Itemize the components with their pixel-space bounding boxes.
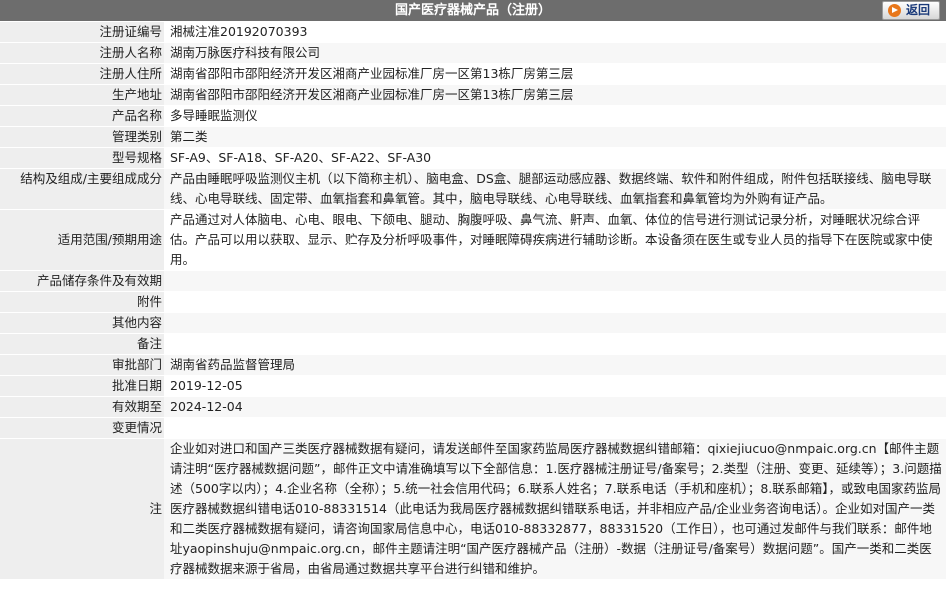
row-value: 湖南省药品监督管理局 bbox=[164, 354, 946, 376]
table-row: 注册证编号 湘械注准20192070393 bbox=[0, 22, 946, 43]
table-row: 注册人名称 湖南万脉医疗科技有限公司 bbox=[0, 42, 946, 64]
table-row: 型号规格 SF-A9、SF-A18、SF-A20、SF-A22、SF-A30 bbox=[0, 147, 946, 169]
table-row: 审批部门 湖南省药品监督管理局 bbox=[0, 354, 946, 376]
row-value: 湖南万脉医疗科技有限公司 bbox=[164, 42, 946, 64]
row-label: 型号规格 bbox=[0, 147, 164, 169]
table-row: 注册人住所 湖南省邵阳市邵阳经济开发区湘商产业园标准厂房一区第13栋厂房第三层 bbox=[0, 63, 946, 85]
back-button[interactable]: 返回 bbox=[882, 1, 940, 20]
page-title: 国产医疗器械产品（注册） bbox=[394, 3, 551, 18]
row-label: 附件 bbox=[0, 291, 164, 313]
row-value: 产品通过对人体脑电、心电、眼电、下颌电、腿动、胸腹呼吸、鼻气流、鼾声、血氧、体位… bbox=[164, 209, 946, 271]
row-value: 多导睡眠监测仪 bbox=[164, 105, 946, 127]
table-row: 备注 bbox=[0, 333, 946, 355]
table-row: 其他内容 bbox=[0, 312, 946, 334]
row-value: 2019-12-05 bbox=[164, 375, 946, 397]
back-button-label: 返回 bbox=[906, 3, 931, 17]
row-value: 湘械注准20192070393 bbox=[164, 22, 946, 43]
row-label: 产品储存条件及有效期 bbox=[0, 270, 164, 292]
row-label: 结构及组成/主要组成成分 bbox=[0, 168, 164, 210]
row-value: 湖南省邵阳市邵阳经济开发区湘商产业园标准厂房一区第13栋厂房第三层 bbox=[164, 84, 946, 106]
row-label: 审批部门 bbox=[0, 354, 164, 376]
row-value bbox=[164, 333, 946, 355]
row-value: 湖南省邵阳市邵阳经济开发区湘商产业园标准厂房一区第13栋厂房第三层 bbox=[164, 63, 946, 85]
table-row: 变更情况 bbox=[0, 417, 946, 439]
row-label: 管理类别 bbox=[0, 126, 164, 148]
table-row: 有效期至 2024-12-04 bbox=[0, 396, 946, 418]
table-row: 附件 bbox=[0, 291, 946, 313]
table-row: 适用范围/预期用途 产品通过对人体脑电、心电、眼电、下颌电、腿动、胸腹呼吸、鼻气… bbox=[0, 209, 946, 271]
row-value: 企业如对进口和国产三类医疗器械数据有疑问，请发送邮件至国家药监局医疗器械数据纠错… bbox=[164, 438, 946, 580]
row-value bbox=[164, 270, 946, 292]
row-label: 批准日期 bbox=[0, 375, 164, 397]
row-label: 变更情况 bbox=[0, 417, 164, 439]
table-row: 生产地址 湖南省邵阳市邵阳经济开发区湘商产业园标准厂房一区第13栋厂房第三层 bbox=[0, 84, 946, 106]
page-header: 国产医疗器械产品（注册） 返回 bbox=[0, 0, 946, 22]
row-label: 注册人名称 bbox=[0, 42, 164, 64]
row-value: 2024-12-04 bbox=[164, 396, 946, 418]
row-label: 产品名称 bbox=[0, 105, 164, 127]
row-label: 备注 bbox=[0, 333, 164, 355]
table-row: 注 企业如对进口和国产三类医疗器械数据有疑问，请发送邮件至国家药监局医疗器械数据… bbox=[0, 438, 946, 580]
row-label: 注册人住所 bbox=[0, 63, 164, 85]
row-value bbox=[164, 312, 946, 334]
registration-detail-table: 注册证编号 湘械注准20192070393 注册人名称 湖南万脉医疗科技有限公司… bbox=[0, 22, 946, 580]
row-label: 生产地址 bbox=[0, 84, 164, 106]
table-row: 结构及组成/主要组成成分 产品由睡眠呼吸监测仪主机（以下简称主机）、脑电盒、DS… bbox=[0, 168, 946, 210]
row-value bbox=[164, 291, 946, 313]
row-label: 适用范围/预期用途 bbox=[0, 209, 164, 271]
table-row: 管理类别 第二类 bbox=[0, 126, 946, 148]
row-label: 其他内容 bbox=[0, 312, 164, 334]
row-label: 注册证编号 bbox=[0, 22, 164, 43]
row-value: SF-A9、SF-A18、SF-A20、SF-A22、SF-A30 bbox=[164, 147, 946, 169]
table-row: 产品名称 多导睡眠监测仪 bbox=[0, 105, 946, 127]
row-value bbox=[164, 417, 946, 439]
table-row: 批准日期 2019-12-05 bbox=[0, 375, 946, 397]
table-row: 产品储存条件及有效期 bbox=[0, 270, 946, 292]
row-label: 注 bbox=[0, 438, 164, 580]
back-arrow-icon bbox=[888, 4, 901, 17]
row-value: 第二类 bbox=[164, 126, 946, 148]
row-label: 有效期至 bbox=[0, 396, 164, 418]
row-value: 产品由睡眠呼吸监测仪主机（以下简称主机）、脑电盒、DS盒、腿部运动感应器、数据终… bbox=[164, 168, 946, 210]
